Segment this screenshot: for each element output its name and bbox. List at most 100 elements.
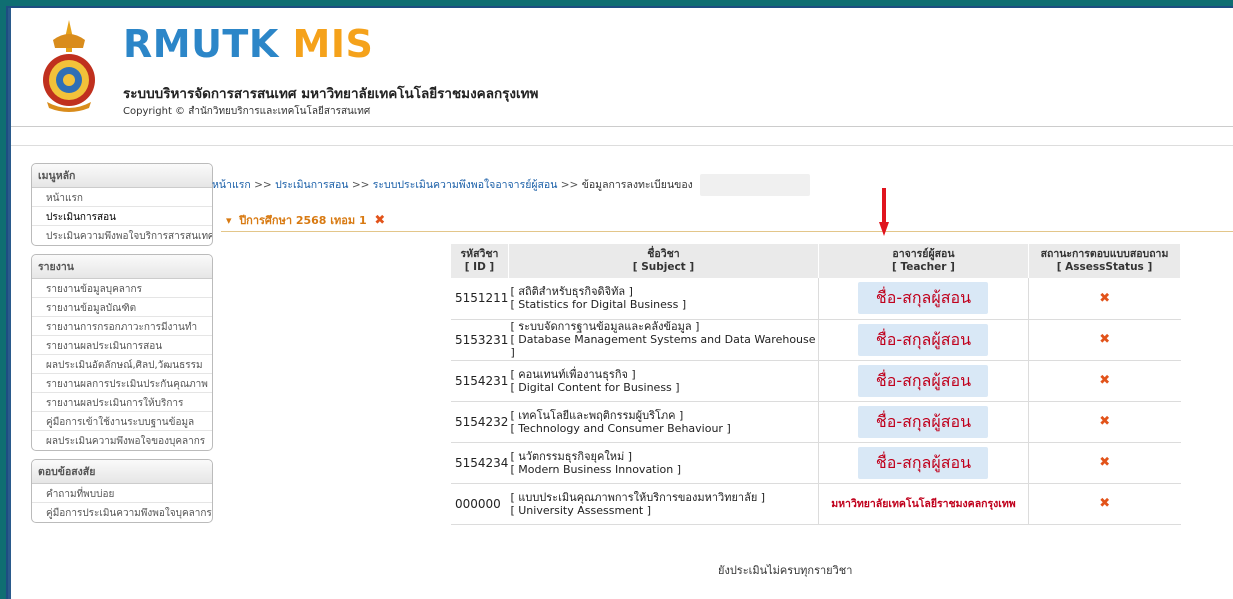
teacher-link[interactable]: ชื่อ-สกุลผู้สอน	[858, 405, 989, 438]
header-id-en: [ ID ]	[464, 261, 495, 273]
subject-en: [ Digital Content for Business ]	[510, 380, 680, 394]
nav-band	[11, 127, 1233, 145]
course-id: 000000	[451, 483, 509, 525]
course-subject: [ เทคโนโลยีและพฤติกรรมผู้บริโภค ] [ Tech…	[508, 401, 819, 443]
subject-th: [ คอนเทนท์เพื่องานธุรกิจ ]	[510, 367, 636, 381]
course-subject: [ แบบประเมินคุณภาพการให้บริการของมหาวิทย…	[508, 483, 819, 525]
red-down-arrow-icon	[879, 188, 889, 236]
sidebar-item-report[interactable]: ผลประเมินอัตลักษณ์,ศิลป,วัฒนธรรม	[32, 355, 212, 374]
breadcrumb-current: ข้อมูลการลงทะเบียนของ	[581, 179, 693, 191]
subject-th: [ แบบประเมินคุณภาพการให้บริการของมหาวิทย…	[510, 490, 766, 504]
triangle-down-icon: ▾	[226, 214, 232, 227]
brand-subtitle: ระบบบริหารจัดการสารสนเทศ มหาวิทยาลัยเทคโ…	[123, 86, 539, 102]
course-id: 5154232	[451, 401, 509, 443]
header-id-th: รหัสวิชา	[460, 248, 499, 260]
subject-th: [ ระบบจัดการฐานข้อมูลและคลังข้อมูล ]	[510, 320, 700, 333]
year-toggle[interactable]: ▾ ปีการศึกษา 2568 เทอม 1 ✖	[226, 211, 385, 229]
copyright: Copyright © สำนักวิทยบริการและเทคโนโลยีส…	[123, 106, 371, 117]
course-id: 5151211	[451, 278, 509, 320]
course-subject: [ คอนเทนท์เพื่องานธุรกิจ ] [ Digital Con…	[508, 360, 819, 402]
table-row: 5154231 [ คอนเทนท์เพื่องานธุรกิจ ] [ Dig…	[451, 360, 1181, 402]
sidebar-item-home[interactable]: หน้าแรก	[32, 188, 212, 207]
header-teacher-th: อาจารย์ผู้สอน	[892, 248, 955, 260]
teacher-cell: ชื่อ-สกุลผู้สอน	[817, 401, 1029, 443]
sidebar-item-report[interactable]: รายงานผลประเมินการสอน	[32, 336, 212, 355]
x-mark-icon[interactable]: ✖	[1099, 373, 1110, 388]
table-row: 5151211 [ สถิติสำหรับธุรกิจดิจิทัล ] [ S…	[451, 278, 1181, 320]
university-logo	[43, 20, 95, 112]
header-status: สถานะการตอบแบบสอบถาม [ AssessStatus ]	[1028, 244, 1182, 278]
teacher-link[interactable]: ชื่อ-สกุลผู้สอน	[858, 323, 989, 356]
sidebar: เมนูหลัก หน้าแรก ประเมินการสอน ประเมินคว…	[31, 163, 213, 531]
band-divider	[11, 145, 1233, 146]
breadcrumb-sep: >>	[351, 179, 370, 191]
sidebar-item-teaching-eval[interactable]: ประเมินการสอน	[32, 207, 212, 226]
sidebar-item-report[interactable]: ผลประเมินความพึงพอใจของบุคลากร	[32, 431, 212, 450]
teacher-link[interactable]: ชื่อ-สกุลผู้สอน	[858, 446, 989, 479]
sidebar-item-report[interactable]: รายงานข้อมูลบุคลากร	[32, 279, 212, 298]
x-mark-icon[interactable]: ✖	[1099, 455, 1110, 470]
status-cell: ✖	[1027, 401, 1181, 443]
site-header: RMUTK MIS ระบบบริหารจัดการสารสนเทศ มหาวิ…	[11, 8, 1233, 126]
teacher-cell: ชื่อ-สกุลผู้สอน	[817, 319, 1029, 361]
x-mark-icon: ✖	[374, 213, 386, 228]
header-teacher: อาจารย์ผู้สอน [ Teacher ]	[818, 244, 1029, 278]
subject-th: [ สถิติสำหรับธุรกิจดิจิทัล ]	[510, 285, 633, 299]
sidebar-item-report[interactable]: รายงานผลการประเมินประกันคุณภาพ	[32, 374, 212, 393]
table-row: 5153231 [ ระบบจัดการฐานข้อมูลและคลังข้อม…	[451, 319, 1181, 361]
header-subject: ชื่อวิชา [ Subject ]	[508, 244, 819, 278]
breadcrumb-sep: >>	[254, 179, 272, 191]
subject-en: [ Modern Business Innovation ]	[510, 462, 682, 476]
course-subject: [ ระบบจัดการฐานข้อมูลและคลังข้อมูล ] [ D…	[508, 319, 819, 361]
header-subject-th: ชื่อวิชา	[647, 248, 680, 260]
x-mark-icon[interactable]: ✖	[1099, 496, 1110, 511]
subject-en: [ Technology and Consumer Behaviour ]	[510, 421, 731, 435]
report-menu-title: รายงาน	[32, 255, 212, 279]
sidebar-item-report[interactable]: คู่มือการเข้าใช้งานระบบฐานข้อมูล	[32, 412, 212, 431]
teacher-link[interactable]: ชื่อ-สกุลผู้สอน	[858, 364, 989, 397]
breadcrumb-home[interactable]: หน้าแรก	[212, 179, 251, 191]
status-cell: ✖	[1027, 278, 1181, 320]
status-cell: ✖	[1027, 442, 1181, 484]
redacted-name-box	[700, 174, 811, 196]
sidebar-item-report[interactable]: รายงานข้อมูลบัณฑิต	[32, 298, 212, 317]
teacher-link[interactable]: ชื่อ-สกุลผู้สอน	[858, 282, 989, 315]
breadcrumb-teaching[interactable]: ประเมินการสอน	[275, 179, 348, 191]
sidebar-item-manual[interactable]: คู่มือการประเมินความพึงพอใจบุคลากร	[32, 503, 212, 522]
status-cell: ✖	[1027, 360, 1181, 402]
year-label: ปีการศึกษา 2568 เทอม 1	[239, 214, 367, 227]
header-teacher-en: [ Teacher ]	[892, 261, 955, 273]
sidebar-item-report[interactable]: รายงานการกรอกภาวะการมีงานทำ	[32, 317, 212, 336]
table-row: 5154234 [ นวัตกรรมธุรกิจยุคใหม่ ] [ Mode…	[451, 442, 1181, 484]
status-cell: ✖	[1027, 483, 1181, 525]
incomplete-note: ยังประเมินไม่ครบทุกรายวิชา	[718, 564, 853, 577]
brand-title: RMUTK MIS	[123, 22, 373, 66]
table-header-row: รหัสวิชา [ ID ] ชื่อวิชา [ Subject ] อาจ…	[451, 244, 1182, 278]
sidebar-item-report[interactable]: รายงานผลประเมินการให้บริการ	[32, 393, 212, 412]
x-mark-icon[interactable]: ✖	[1099, 291, 1110, 306]
subject-en: [ University Assessment ]	[510, 503, 651, 517]
header-id: รหัสวิชา [ ID ]	[451, 244, 509, 278]
x-mark-icon[interactable]: ✖	[1099, 332, 1110, 347]
course-table: รหัสวิชา [ ID ] ชื่อวิชา [ Subject ] อาจ…	[451, 244, 1182, 525]
browser-viewport: RMUTK MIS ระบบบริหารจัดการสารสนเทศ มหาวิ…	[8, 8, 1233, 599]
brand-part2: MIS	[292, 22, 374, 66]
main-menu-title: เมนูหลัก	[32, 164, 212, 188]
subject-th: [ เทคโนโลยีและพฤติกรรมผู้บริโภค ]	[510, 408, 684, 422]
teacher-cell: ชื่อ-สกุลผู้สอน	[817, 442, 1029, 484]
faq-menu: ตอบข้อสงสัย คำถามที่พบบ่อย คู่มือการประเ…	[31, 459, 213, 523]
status-cell: ✖	[1027, 319, 1181, 361]
sidebar-item-faq[interactable]: คำถามที่พบบ่อย	[32, 484, 212, 503]
header-subject-en: [ Subject ]	[632, 261, 695, 273]
subject-en: [ Database Management Systems and Data W…	[510, 333, 816, 359]
faq-menu-title: ตอบข้อสงสัย	[32, 460, 212, 484]
table-row: 000000 [ แบบประเมินคุณภาพการให้บริการของ…	[451, 483, 1181, 525]
x-mark-icon[interactable]: ✖	[1099, 414, 1110, 429]
year-section: ▾ ปีการศึกษา 2568 เทอม 1 ✖	[221, 206, 1233, 232]
sidebar-item-it-satisfaction[interactable]: ประเมินความพึงพอใจบริการสารสนเทศ	[32, 226, 212, 245]
teacher-link[interactable]: มหาวิทยาลัยเทคโนโลยีราชมงคลกรุงเทพ	[831, 498, 1016, 510]
breadcrumb-satisfaction[interactable]: ระบบประเมินความพึงพอใจอาจารย์ผู้สอน	[373, 179, 558, 191]
teacher-cell: ชื่อ-สกุลผู้สอน	[817, 278, 1029, 320]
course-id: 5154234	[451, 442, 509, 484]
header-status-en: [ AssessStatus ]	[1056, 261, 1153, 273]
